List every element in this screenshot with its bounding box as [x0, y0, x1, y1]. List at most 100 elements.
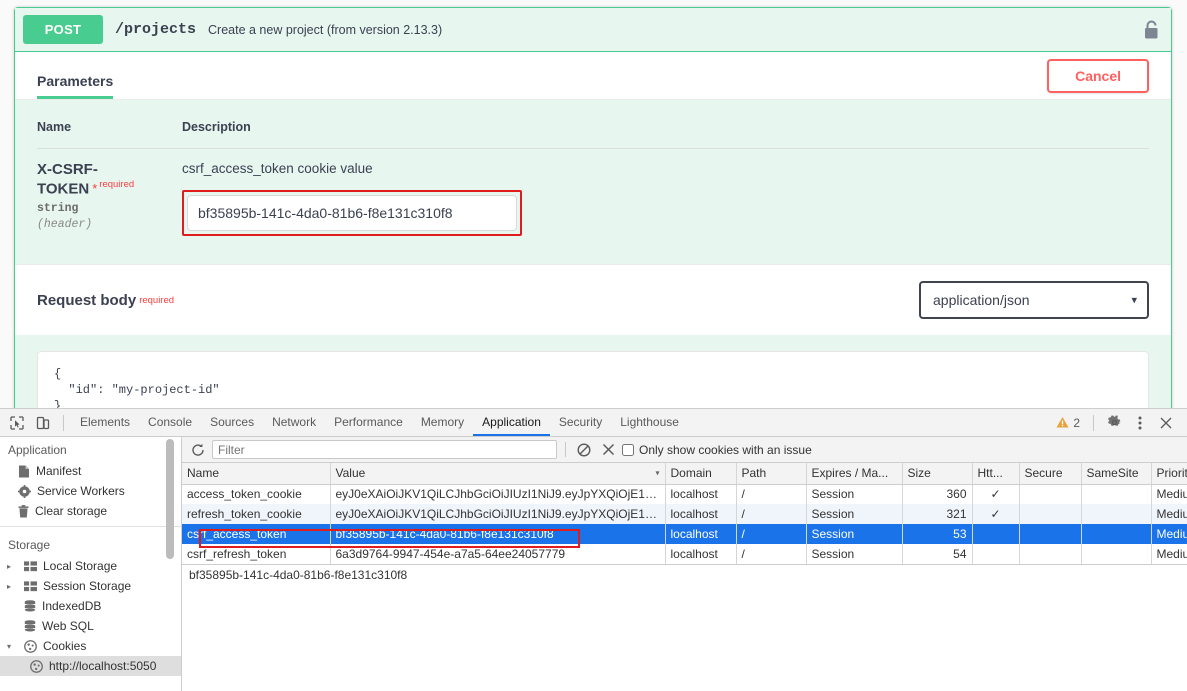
kebab-menu-icon: [1138, 416, 1142, 429]
operation-path: /projects: [115, 21, 197, 38]
sidebar-item-label: http://localhost:5050: [49, 659, 157, 673]
sidebar-item-label: Web SQL: [42, 619, 94, 633]
database-icon: [24, 620, 36, 632]
media-type-select[interactable]: application/json: [919, 281, 1149, 319]
parameter-description: csrf_access_token cookie value: [182, 161, 373, 176]
column-header-secure[interactable]: Secure: [1019, 463, 1082, 485]
column-header-expires[interactable]: Expires / Ma...: [806, 463, 903, 485]
column-header-value[interactable]: Value ▾: [330, 463, 666, 485]
operation-summary[interactable]: POST /projects Create a new project (fro…: [15, 8, 1171, 52]
devtools-tab-sources[interactable]: Sources: [201, 409, 263, 436]
cookie-value-detail-pane[interactable]: bf35895b-141c-4da0-81b6-f8e131c310f8: [182, 564, 1187, 691]
column-header-path[interactable]: Path: [736, 463, 807, 485]
column-header-name[interactable]: Name: [182, 463, 331, 485]
cookie-icon: [30, 659, 43, 673]
clear-filtered-cookies-button[interactable]: [574, 440, 594, 460]
csrf-token-input[interactable]: [187, 195, 517, 231]
cell-samesite: [1081, 544, 1152, 564]
cell-priority: Medium: [1151, 544, 1187, 564]
cell-size: 54: [902, 544, 973, 564]
close-devtools-button[interactable]: [1153, 411, 1179, 435]
table-row-selected[interactable]: csrf_access_token bf35895b-141c-4da0-81b…: [182, 524, 1187, 544]
devtools-tab-elements[interactable]: Elements: [71, 409, 139, 436]
sidebar-item-service-workers[interactable]: Service Workers: [0, 481, 181, 501]
column-header-value-label: Value: [335, 466, 366, 481]
inspect-element-button[interactable]: [4, 411, 30, 435]
chevron-right-icon[interactable]: ▸: [7, 582, 16, 591]
operation-block: POST /projects Create a new project (fro…: [14, 7, 1172, 408]
tab-parameters[interactable]: Parameters: [37, 73, 114, 99]
cell-size: 321: [902, 504, 973, 524]
column-header-samesite[interactable]: SameSite: [1081, 463, 1152, 485]
sidebar-item-clear-storage[interactable]: Clear storage: [0, 501, 181, 521]
settings-button[interactable]: [1101, 411, 1127, 435]
cancel-button[interactable]: Cancel: [1047, 59, 1149, 93]
only-show-issues-label: Only show cookies with an issue: [639, 442, 812, 457]
column-header-httponly[interactable]: Htt...: [972, 463, 1020, 485]
filter-input[interactable]: [212, 440, 557, 459]
cell-priority: Medium: [1151, 484, 1187, 504]
sidebar-item-session-storage[interactable]: ▸ Session Storage: [0, 576, 181, 596]
sidebar-item-manifest[interactable]: Manifest: [0, 461, 181, 481]
cell-value: eyJ0eXAiOiJKV1QiLCJhbGciOiJIUzI1NiJ9.eyJ…: [330, 504, 666, 524]
sidebar-item-label: Manifest: [36, 464, 82, 478]
gear-icon: [1107, 415, 1120, 426]
devtools-tab-console[interactable]: Console: [139, 409, 201, 436]
devtools-tab-performance[interactable]: Performance: [325, 409, 412, 436]
required-label: required: [99, 179, 135, 190]
parameter-description-cell: csrf_access_token cookie value: [182, 149, 1149, 255]
cell-expires: Session: [806, 504, 903, 524]
sidebar-item-label: IndexedDB: [42, 599, 102, 613]
device-toolbar-button[interactable]: [30, 411, 56, 435]
devtools-tab-security[interactable]: Security: [550, 409, 611, 436]
column-header-domain[interactable]: Domain: [665, 463, 737, 485]
cell-domain: localhost: [665, 504, 737, 524]
block-clear-icon: [577, 442, 591, 457]
cell-secure: [1019, 504, 1082, 524]
delete-selected-cookie-button[interactable]: [598, 440, 618, 460]
cell-secure: [1019, 544, 1082, 564]
toolbar-divider: [63, 414, 64, 431]
devtools-tab-network[interactable]: Network: [263, 409, 325, 436]
parameter-type: string: [37, 202, 79, 216]
sidebar-group-storage: Storage: [8, 538, 51, 552]
request-body-row: Request body required application/json ▾: [15, 264, 1171, 335]
devtools-tab-application[interactable]: Application: [473, 409, 550, 436]
sidebar-group-application: Application: [8, 443, 67, 457]
chevron-right-icon[interactable]: ▸: [7, 562, 16, 571]
close-icon: [1160, 417, 1172, 428]
warning-triangle-icon: [1056, 417, 1069, 428]
sidebar-item-label: Session Storage: [43, 579, 132, 593]
database-icon: [24, 600, 36, 612]
chevron-down-icon[interactable]: ▾: [7, 642, 16, 651]
sidebar-item-web-sql[interactable]: Web SQL: [0, 616, 181, 636]
more-options-button[interactable]: [1127, 411, 1153, 435]
sidebar-item-cookie-origin[interactable]: http://localhost:5050: [0, 656, 181, 676]
cell-expires: Session: [806, 524, 903, 544]
cell-samesite: [1081, 504, 1152, 524]
sidebar-item-label: Cookies: [43, 639, 87, 653]
table-row[interactable]: access_token_cookie eyJ0eXAiOiJKV1QiLCJh…: [182, 484, 1187, 504]
table-icon: [24, 580, 37, 591]
only-show-issues-checkbox[interactable]: [622, 443, 634, 456]
swagger-ui-panel: POST /projects Create a new project (fro…: [0, 0, 1187, 408]
only-show-issues-checkbox-wrap[interactable]: Only show cookies with an issue: [622, 443, 812, 457]
devtools-tab-lighthouse[interactable]: Lighthouse: [611, 409, 688, 436]
column-header-name: Name: [37, 114, 182, 149]
cell-httponly: [972, 544, 1020, 564]
sidebar-item-local-storage[interactable]: ▸ Local Storage: [0, 556, 181, 576]
sidebar-item-cookies[interactable]: ▾ Cookies: [0, 636, 181, 656]
table-row[interactable]: refresh_token_cookie eyJ0eXAiOiJKV1QiLCJ…: [182, 504, 1187, 524]
request-body-editor[interactable]: { "id": "my-project-id" }: [37, 351, 1149, 408]
authorization-lock-button[interactable]: [1143, 19, 1161, 41]
column-header-size[interactable]: Size: [902, 463, 973, 485]
warning-badge[interactable]: 2: [1050, 416, 1086, 430]
cell-value: 6a3d9764-9947-454e-a7a5-64ee24057779: [330, 544, 666, 564]
table-row[interactable]: csrf_refresh_token 6a3d9764-9947-454e-a7…: [182, 544, 1187, 564]
column-header-priority[interactable]: Priority: [1151, 463, 1187, 485]
devtools-tab-memory[interactable]: Memory: [412, 409, 473, 436]
refresh-button[interactable]: [188, 440, 208, 460]
cell-priority: Medium: [1151, 524, 1187, 544]
sidebar-scrollbar[interactable]: [166, 439, 174, 559]
sidebar-item-indexeddb[interactable]: IndexedDB: [0, 596, 181, 616]
